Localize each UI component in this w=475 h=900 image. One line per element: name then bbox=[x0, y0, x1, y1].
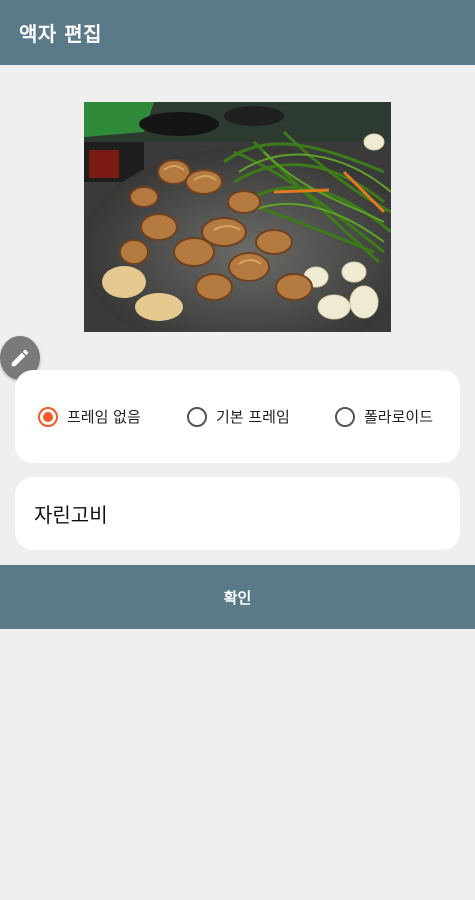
frame-option-label: 기본 프레임 bbox=[216, 408, 290, 426]
food-photo-image bbox=[84, 102, 391, 332]
app-bar: 액자 편집 bbox=[0, 0, 475, 65]
frame-option-label: 폴라로이드 bbox=[364, 408, 434, 426]
confirm-button[interactable]: 확인 bbox=[0, 565, 475, 629]
frame-option-label: 프레임 없음 bbox=[67, 408, 141, 426]
radio-button-selected[interactable] bbox=[38, 406, 58, 427]
radio-button[interactable] bbox=[335, 406, 355, 427]
app-bar-title: 액자 편집 bbox=[19, 22, 103, 46]
frame-title-input[interactable] bbox=[34, 501, 434, 526]
pencil-icon bbox=[11, 349, 29, 367]
frame-option-polaroid[interactable]: 폴라로이드 bbox=[335, 370, 433, 463]
frame-option-none[interactable]: 프레임 없음 bbox=[38, 370, 141, 463]
frame-photo[interactable] bbox=[84, 102, 391, 332]
radio-button[interactable] bbox=[187, 406, 207, 427]
frame-option-basic[interactable]: 기본 프레임 bbox=[187, 370, 290, 463]
frame-type-selector: 프레임 없음 기본 프레임 폴라로이드 bbox=[15, 370, 460, 463]
title-field-card bbox=[15, 477, 460, 550]
